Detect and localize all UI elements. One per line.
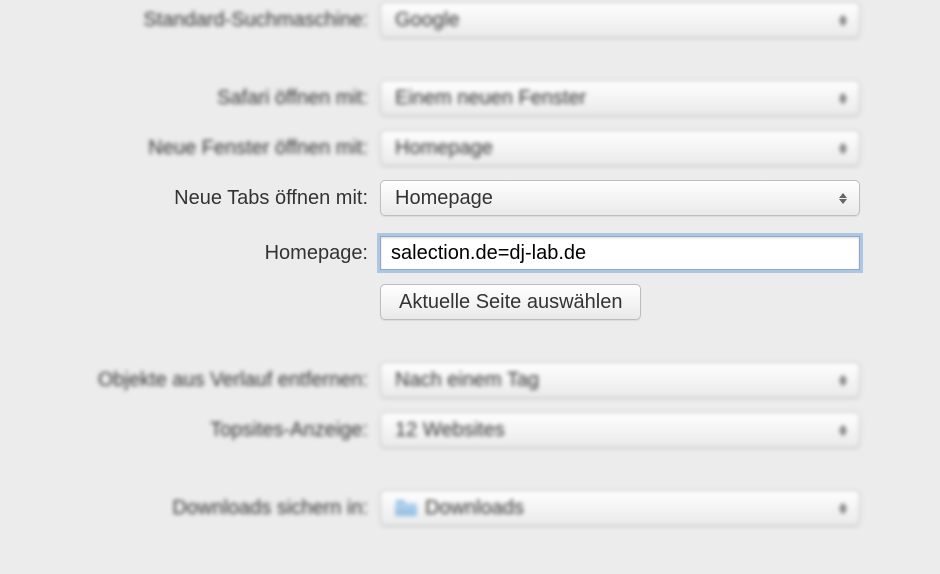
select-new-tabs-value: Homepage (395, 187, 493, 210)
stepper-icon (833, 425, 853, 436)
row-new-tabs: Neue Tabs öffnen mit: Homepage (20, 180, 940, 216)
stepper-icon (833, 93, 853, 104)
select-downloads-folder[interactable]: Downloads (380, 490, 860, 526)
label-search-engine: Standard-Suchmaschine: (20, 9, 380, 32)
label-safari-open: Safari öffnen mit: (20, 87, 380, 110)
button-set-current-page[interactable]: Aktuelle Seite auswählen (380, 284, 641, 320)
folder-icon (395, 500, 417, 516)
preferences-general-form: Standard-Suchmaschine: Google Safari öff… (0, 2, 940, 526)
stepper-icon (833, 375, 853, 386)
stepper-icon (833, 193, 853, 204)
select-downloads-folder-value: Downloads (425, 497, 524, 520)
label-history-remove: Objekte aus Verlauf entfernen: (20, 369, 380, 392)
label-new-tabs: Neue Tabs öffnen mit: (20, 187, 380, 210)
row-safari-open: Safari öffnen mit: Einem neuen Fenster (20, 80, 940, 116)
select-search-engine-value: Google (395, 9, 460, 32)
select-safari-open[interactable]: Einem neuen Fenster (380, 80, 860, 116)
label-new-windows: Neue Fenster öffnen mit: (20, 137, 380, 160)
stepper-icon (833, 15, 853, 26)
select-topsites-value: 12 Websites (395, 419, 505, 442)
select-history-remove-value: Nach einem Tag (395, 369, 539, 392)
select-history-remove[interactable]: Nach einem Tag (380, 362, 860, 398)
select-new-tabs[interactable]: Homepage (380, 180, 860, 216)
select-safari-open-value: Einem neuen Fenster (395, 87, 586, 110)
row-downloads: Downloads sichern in: Downloads (20, 490, 940, 526)
select-new-windows-value: Homepage (395, 137, 493, 160)
input-homepage[interactable] (380, 236, 860, 270)
stepper-icon (833, 143, 853, 154)
label-topsites: Topsites-Anzeige: (20, 419, 380, 442)
row-new-windows: Neue Fenster öffnen mit: Homepage (20, 130, 940, 166)
stepper-icon (833, 503, 853, 514)
select-search-engine[interactable]: Google (380, 2, 860, 38)
label-homepage: Homepage: (20, 242, 380, 265)
row-homepage: Homepage: (20, 236, 940, 270)
label-downloads: Downloads sichern in: (20, 497, 380, 520)
row-topsites: Topsites-Anzeige: 12 Websites (20, 412, 940, 448)
row-search-engine: Standard-Suchmaschine: Google (20, 2, 940, 38)
row-homepage-button: Aktuelle Seite auswählen (20, 284, 940, 320)
select-new-windows[interactable]: Homepage (380, 130, 860, 166)
select-topsites[interactable]: 12 Websites (380, 412, 860, 448)
row-history-remove: Objekte aus Verlauf entfernen: Nach eine… (20, 362, 940, 398)
